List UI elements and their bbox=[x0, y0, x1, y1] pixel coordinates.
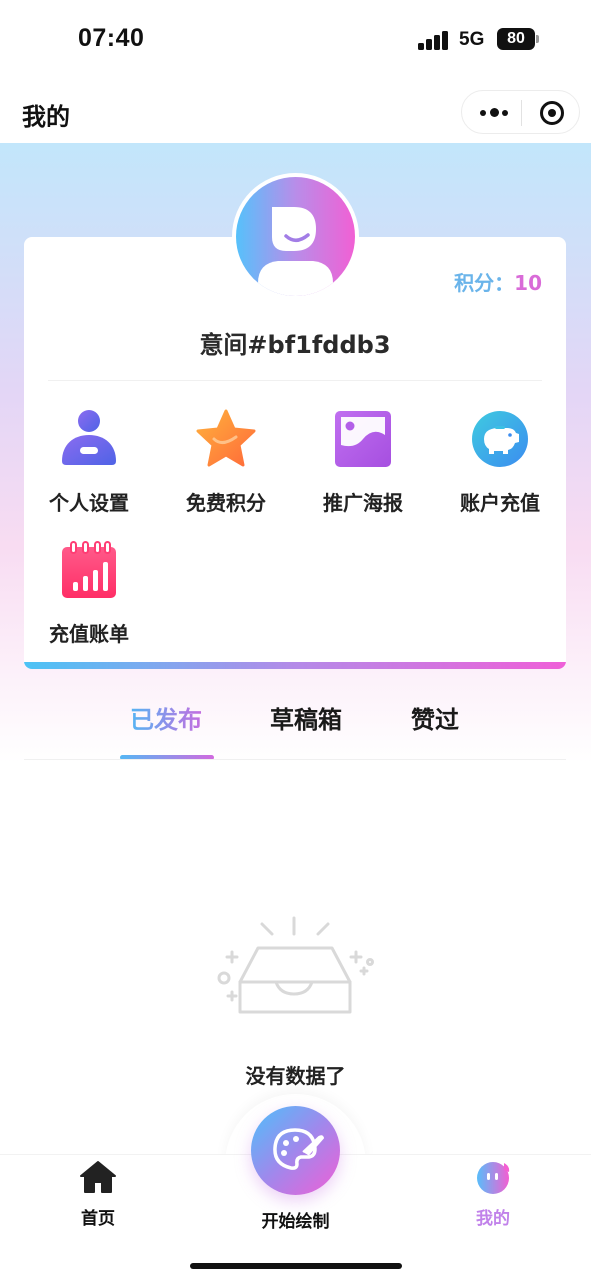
tab-drafts[interactable]: 草稿箱 bbox=[270, 700, 342, 735]
content-tabs: 已发布 草稿箱 赞过 bbox=[0, 690, 591, 760]
empty-state-text: 没有数据了 bbox=[245, 1064, 346, 1088]
signal-icon bbox=[418, 30, 450, 50]
points-label: 积分： bbox=[454, 271, 515, 295]
piggy-bank-icon bbox=[470, 409, 530, 469]
menu-label: 免费积分 bbox=[186, 491, 266, 515]
card-accent-bar bbox=[24, 662, 566, 669]
menu-label: 个人设置 bbox=[49, 491, 129, 515]
home-icon bbox=[80, 1161, 116, 1193]
star-icon bbox=[196, 409, 256, 469]
status-bar: 07:40 5G 80 bbox=[0, 0, 591, 80]
card-divider bbox=[48, 380, 542, 381]
points-value: 10 bbox=[514, 271, 542, 295]
palette-icon bbox=[273, 1128, 324, 1170]
tabbar-item-mine[interactable]: 我的 bbox=[455, 1160, 531, 1229]
avatar[interactable] bbox=[232, 173, 359, 300]
tabbar-label-mine: 我的 bbox=[476, 1209, 510, 1229]
profile-card: 积分：10 意间#bf1fddb3 个人设置 免费积分 推广海报 账户充值 充值… bbox=[24, 237, 566, 669]
mine-icon bbox=[477, 1162, 510, 1194]
battery-icon: 80 bbox=[497, 28, 535, 50]
battery-level: 80 bbox=[507, 30, 525, 47]
menu-item-account-recharge[interactable]: 账户充值 bbox=[435, 409, 565, 516]
close-target-icon[interactable] bbox=[540, 101, 564, 125]
empty-box-icon bbox=[210, 912, 380, 1022]
menu-item-free-points[interactable]: 免费积分 bbox=[161, 409, 291, 516]
menu-label: 充值账单 bbox=[49, 622, 129, 646]
points-display: 积分：10 bbox=[454, 267, 542, 296]
bill-chart-icon bbox=[59, 540, 119, 600]
person-icon bbox=[59, 409, 119, 469]
network-type: 5G bbox=[459, 29, 485, 50]
tab-published[interactable]: 已发布 bbox=[130, 700, 202, 735]
username: 意间#bf1fddb3 bbox=[199, 331, 391, 359]
start-drawing-button[interactable] bbox=[251, 1106, 340, 1195]
battery-tip bbox=[536, 35, 539, 43]
miniprogram-capsule bbox=[461, 90, 580, 134]
menu-label: 账户充值 bbox=[460, 491, 540, 515]
menu-item-personal-settings[interactable]: 个人设置 bbox=[24, 409, 154, 516]
home-indicator bbox=[190, 1263, 402, 1269]
capsule-divider bbox=[521, 100, 522, 126]
page-title: 我的 bbox=[22, 103, 70, 131]
status-time: 07:40 bbox=[78, 24, 145, 52]
tabs-divider bbox=[24, 759, 566, 760]
menu-item-promo-poster[interactable]: 推广海报 bbox=[298, 409, 428, 516]
menu-item-recharge-bill[interactable]: 充值账单 bbox=[24, 540, 154, 647]
poster-icon bbox=[333, 409, 393, 469]
more-icon[interactable] bbox=[480, 104, 510, 120]
menu-label: 推广海报 bbox=[323, 491, 403, 515]
tab-liked[interactable]: 赞过 bbox=[411, 700, 459, 735]
avatar-image bbox=[236, 177, 355, 296]
